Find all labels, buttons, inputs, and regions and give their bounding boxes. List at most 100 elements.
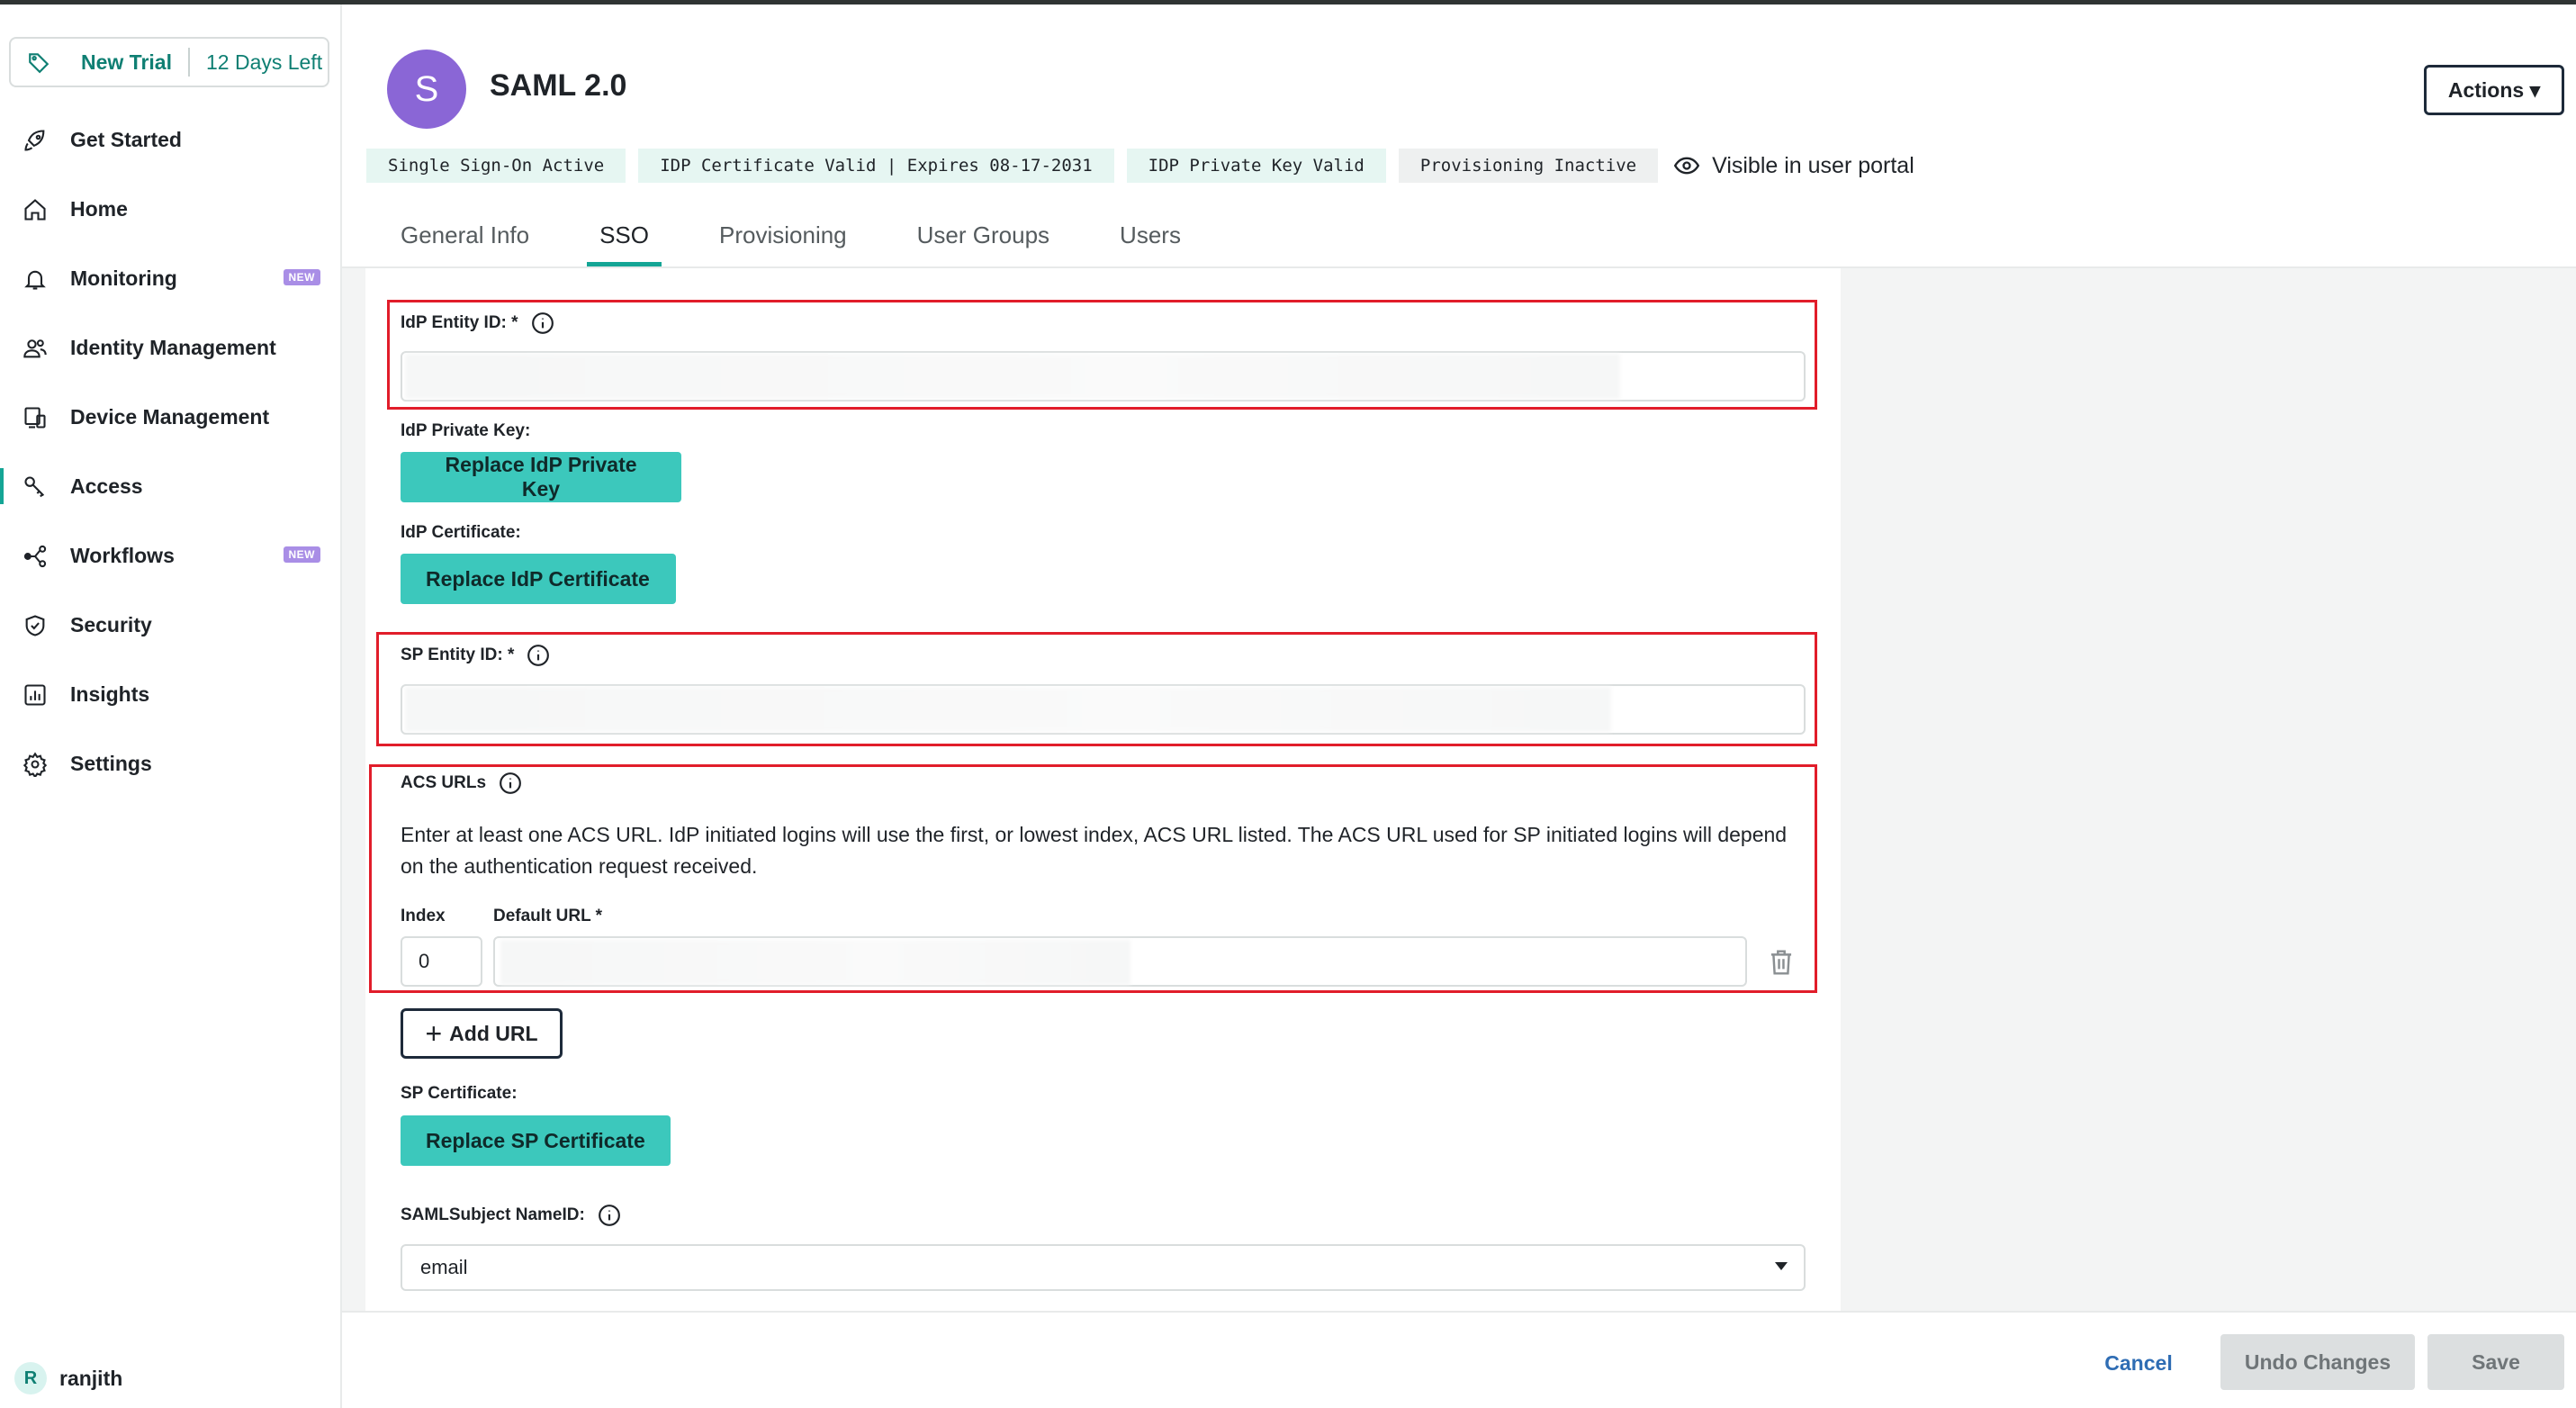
field-label: SAMLSubject NameID: <box>401 1205 585 1224</box>
field-label: IdP Certificate: <box>401 523 521 542</box>
field-label: IdP Private Key: <box>401 421 531 440</box>
sidebar-item-label: Monitoring <box>70 266 177 290</box>
tab-general-info[interactable]: General Info <box>401 216 529 266</box>
field-label: Default URL * <box>493 907 603 925</box>
top-bar <box>0 0 2576 5</box>
sidebar-item-label: Home <box>70 197 128 221</box>
undo-changes-button[interactable]: Undo Changes <box>2220 1334 2415 1390</box>
default-url-label: Default URL * <box>493 907 602 926</box>
key-icon <box>20 472 50 502</box>
status-badge: Provisioning Inactive <box>1398 149 1659 183</box>
nameid-label: SAMLSubject NameID: <box>401 1204 621 1227</box>
visible-in-portal: Visible in user portal <box>1674 153 1914 179</box>
sidebar-item-label: Workflows <box>70 544 175 567</box>
sidebar-item-get-started[interactable]: Get Started <box>0 105 340 175</box>
info-icon[interactable] <box>499 772 522 795</box>
sidebar-nav: Get Started Home Monitoring NEW Identity… <box>0 105 340 799</box>
avatar: R <box>14 1362 47 1394</box>
shield-icon <box>20 610 50 641</box>
acs-description: Enter at least one ACS URL. IdP initiate… <box>401 823 1788 878</box>
acs-index-input[interactable] <box>401 936 482 987</box>
visible-label: Visible in user portal <box>1712 152 1914 178</box>
chevron-down-icon <box>1775 1262 1788 1270</box>
sp-certificate-label: SP Certificate: <box>401 1084 518 1104</box>
sidebar-item-insights[interactable]: Insights <box>0 660 340 729</box>
field-label: IdP Entity ID: * <box>401 313 518 332</box>
index-label: Index <box>401 907 446 926</box>
trial-divider <box>187 48 190 77</box>
users-icon <box>20 333 50 364</box>
home-icon <box>20 194 50 225</box>
bell-icon <box>20 264 50 294</box>
trial-banner[interactable]: New Trial 12 Days Left <box>9 37 329 87</box>
rocket-icon <box>20 125 50 156</box>
field-label: ACS URLs <box>401 773 487 792</box>
tab-provisioning[interactable]: Provisioning <box>719 216 847 266</box>
status-badge: Single Sign-On Active <box>366 149 626 183</box>
replace-idp-private-key-button[interactable]: Replace IdP Private Key <box>401 452 681 502</box>
nameid-value: email <box>420 1256 468 1278</box>
actions-button[interactable]: Actions ▾ <box>2424 65 2564 115</box>
idp-entity-id-label: IdP Entity ID: * <box>401 311 554 335</box>
sidebar-item-label: Insights <box>70 682 150 706</box>
redacted-value <box>405 687 1611 732</box>
sidebar-item-access[interactable]: Access <box>0 452 340 521</box>
new-badge: NEW <box>283 269 320 285</box>
content-gutter <box>342 268 365 1311</box>
sidebar-item-label: Get Started <box>70 128 182 151</box>
replace-sp-certificate-button[interactable]: Replace SP Certificate <box>401 1115 671 1166</box>
user-name: ranjith <box>59 1366 123 1390</box>
field-label: Index <box>401 907 446 925</box>
devices-icon <box>20 402 50 433</box>
tab-sso[interactable]: SSO <box>587 216 662 266</box>
idp-private-key-label: IdP Private Key: <box>401 421 530 441</box>
sidebar-item-monitoring[interactable]: Monitoring NEW <box>0 244 340 313</box>
acs-urls-label: ACS URLs <box>401 772 522 795</box>
trash-icon[interactable] <box>1768 948 1795 977</box>
field-label: SP Certificate: <box>401 1084 518 1103</box>
info-icon[interactable] <box>531 311 554 335</box>
sidebar-item-label: Access <box>70 474 143 498</box>
sidebar: New Trial 12 Days Left Get Started Home … <box>0 5 342 1408</box>
page-title: SAML 2.0 <box>490 68 627 103</box>
status-badge: IDP Private Key Valid <box>1126 149 1386 183</box>
sidebar-item-identity-management[interactable]: Identity Management <box>0 313 340 383</box>
sidebar-item-label: Device Management <box>70 405 270 429</box>
tab-bar: General Info SSO Provisioning User Group… <box>401 216 1251 266</box>
chart-icon <box>20 680 50 710</box>
sidebar-item-home[interactable]: Home <box>0 175 340 244</box>
user-profile[interactable]: R ranjith <box>14 1362 122 1394</box>
cancel-button[interactable]: Cancel <box>2085 1341 2193 1385</box>
sidebar-item-security[interactable]: Security <box>0 591 340 660</box>
sp-entity-id-label: SP Entity ID: * <box>401 644 550 667</box>
redacted-value <box>405 354 1620 399</box>
field-label: SP Entity ID: * <box>401 645 515 664</box>
workflow-icon <box>20 541 50 572</box>
tab-user-groups[interactable]: User Groups <box>917 216 1049 266</box>
plus-icon: + <box>425 1017 443 1050</box>
new-badge: NEW <box>283 546 320 563</box>
nameid-select[interactable]: email <box>401 1244 1806 1291</box>
footer-divider <box>342 1311 2576 1313</box>
sidebar-item-label: Security <box>70 613 152 636</box>
sidebar-item-label: Identity Management <box>70 336 276 359</box>
redacted-value <box>500 940 1130 985</box>
trial-label: New Trial <box>81 50 172 74</box>
info-icon[interactable] <box>527 644 550 667</box>
sidebar-item-device-management[interactable]: Device Management <box>0 383 340 452</box>
info-icon[interactable] <box>598 1204 621 1227</box>
idp-certificate-label: IdP Certificate: <box>401 523 521 543</box>
tab-users[interactable]: Users <box>1120 216 1181 266</box>
add-url-label: Add URL <box>449 1021 538 1045</box>
sidebar-item-label: Settings <box>70 752 152 775</box>
trial-days-left: 12 Days Left <box>205 50 323 74</box>
eye-icon <box>1674 156 1700 176</box>
add-url-button[interactable]: + Add URL <box>401 1008 563 1059</box>
sidebar-item-settings[interactable]: Settings <box>0 729 340 799</box>
tag-icon <box>27 49 54 76</box>
replace-idp-certificate-button[interactable]: Replace IdP Certificate <box>401 554 676 604</box>
save-button[interactable]: Save <box>2427 1334 2564 1390</box>
sidebar-item-workflows[interactable]: Workflows NEW <box>0 521 340 591</box>
gear-icon <box>20 749 50 780</box>
app-avatar: S <box>387 50 466 129</box>
